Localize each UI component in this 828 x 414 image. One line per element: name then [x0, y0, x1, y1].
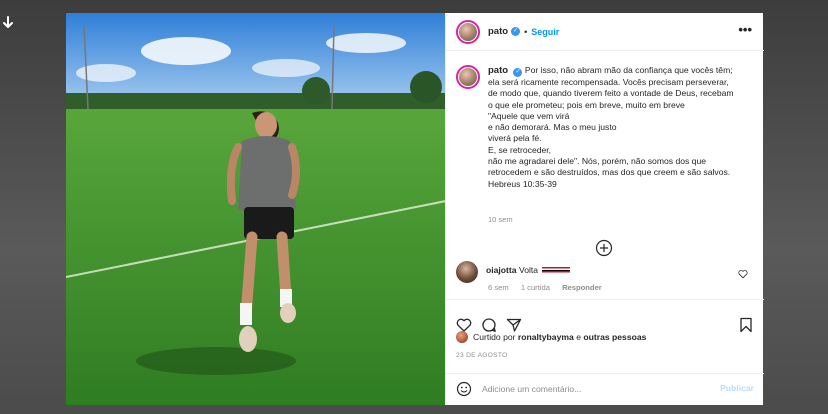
- post-side-panel: pato ✓ • Seguir ••• pato ✓ Por isso, não…: [445, 13, 764, 405]
- caption-body: pato ✓ Por isso, não abram mão da confia…: [488, 65, 734, 190]
- commenter-avatar[interactable]: [456, 261, 478, 283]
- comment-timestamp: 6 sem: [488, 283, 509, 292]
- liked-by-others[interactable]: outras pessoas: [583, 332, 646, 342]
- post-caption: pato ✓ Por isso, não abram mão da confia…: [456, 65, 756, 190]
- verified-badge-icon: ✓: [511, 27, 521, 36]
- caption-verified-badge-icon: ✓: [513, 68, 523, 77]
- post-photo: [66, 13, 445, 405]
- comment-meta: 6 sem 1 curtida Responder: [488, 283, 612, 292]
- author-username[interactable]: pato: [488, 26, 508, 37]
- caption-text: Por isso, não abram mão da confiança que…: [488, 65, 734, 189]
- load-more-comments-plus-icon[interactable]: [595, 239, 613, 257]
- commenter-username[interactable]: oiajotta: [486, 265, 517, 275]
- liked-by-user[interactable]: ronaltybayma: [518, 332, 574, 342]
- post-date: 23 DE AGOSTO: [456, 352, 508, 359]
- caption-timestamp: 10 sem: [488, 215, 513, 224]
- post-header: pato ✓ • Seguir •••: [446, 13, 764, 51]
- emoji-smiley-icon[interactable]: [456, 381, 472, 397]
- post-modal: pato ✓ • Seguir ••• pato ✓ Por isso, não…: [66, 13, 764, 405]
- save-bookmark-icon[interactable]: [738, 317, 754, 333]
- author-avatar[interactable]: [456, 19, 480, 44]
- comment-input[interactable]: [482, 382, 702, 396]
- follow-button[interactable]: Seguir: [531, 27, 559, 37]
- liker-avatar[interactable]: [456, 331, 468, 343]
- like-comment-heart-icon[interactable]: [738, 269, 748, 279]
- comment-text: Volta: [518, 265, 539, 275]
- add-comment-bar: Publicar: [446, 373, 764, 405]
- flag-emoji-icon: [542, 267, 571, 274]
- download-arrow-icon[interactable]: [2, 16, 14, 30]
- comment-content: oiajotta Volta: [486, 265, 571, 275]
- reply-button[interactable]: Responder: [562, 283, 602, 292]
- comment-likes-count[interactable]: 1 curtida: [521, 283, 550, 292]
- liked-by-summary: Curtido por ronaltybayma e outras pessoa…: [456, 331, 646, 343]
- publish-button[interactable]: Publicar: [720, 383, 754, 393]
- liked-by-prefix: Curtido por: [473, 332, 516, 342]
- caption-username[interactable]: pato: [488, 65, 508, 76]
- more-options-icon[interactable]: •••: [738, 23, 752, 36]
- header-dot-separator: •: [524, 26, 528, 37]
- caption-author-avatar[interactable]: [456, 65, 480, 89]
- liked-by-connector: e: [576, 332, 581, 342]
